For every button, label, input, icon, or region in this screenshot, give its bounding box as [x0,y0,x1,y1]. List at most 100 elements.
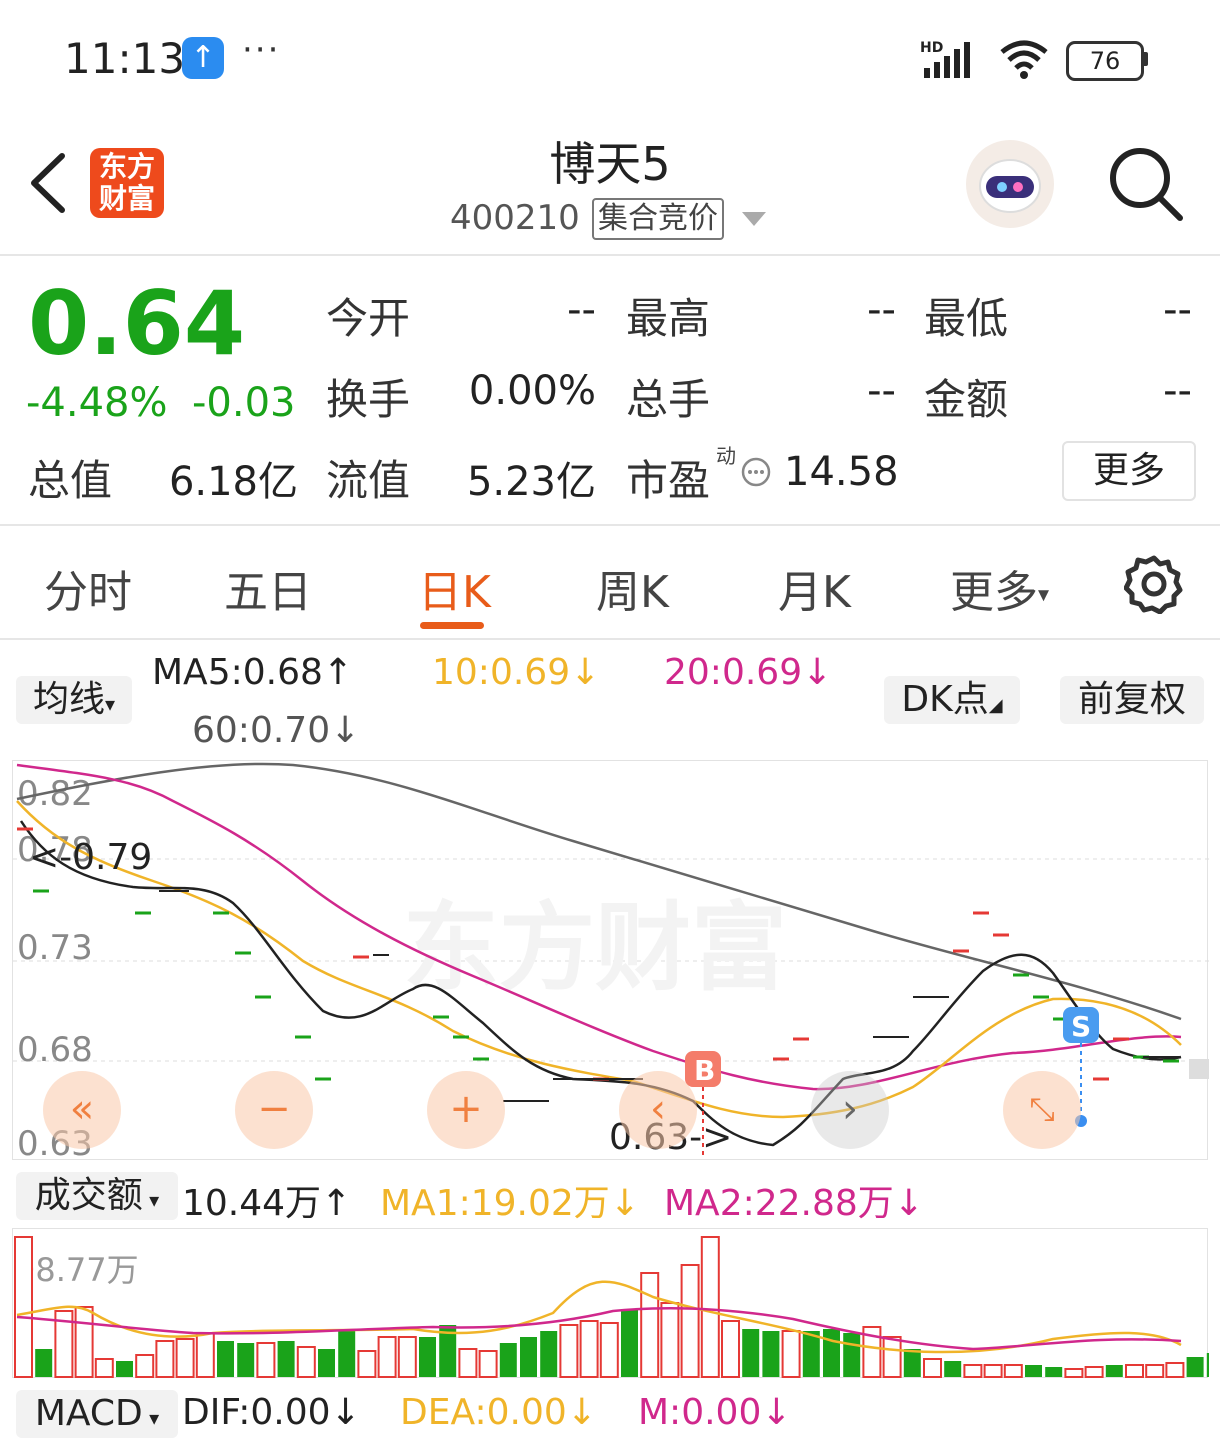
volume-bar [762,1331,780,1377]
volume-bar [14,1236,33,1378]
fullscreen-icon[interactable]: ⤡ [1003,1071,1081,1149]
ma-selector-label: 均线 [32,679,105,720]
volume-bar [1186,1357,1204,1377]
volume-bar [599,1322,619,1378]
volume-bar [559,1324,579,1378]
more-dots-icon: ··· [242,30,281,70]
arrow-down-icon: ↓ [330,710,361,751]
volume-bar [843,1333,861,1377]
volume-chart[interactable]: 98.77万 [12,1228,1209,1378]
scroll-left-icon[interactable]: « [43,1071,121,1149]
tab-more-label: 更多 [950,567,1038,618]
dk-point-toggle[interactable]: DK点◢ [884,676,1020,724]
volume-bar [680,1264,700,1378]
arrow-down-icon: ↓ [330,1392,361,1433]
ma60-legend: 60:0.70↓ [192,710,360,751]
tab-five-day[interactable]: 五日 [224,556,312,620]
macd-dif: DIF:0.00↓ [182,1392,361,1433]
sell-marker-label: S [1071,1010,1091,1043]
more-quote-button[interactable]: 更多 [1062,441,1196,501]
volume-bar [499,1343,517,1377]
volume-bar [882,1336,902,1378]
tab-more[interactable]: 更多▾ [950,556,1049,620]
settings-gear-icon[interactable] [1124,554,1184,614]
volume-bar [155,1340,175,1378]
volume-bar [700,1236,720,1378]
next-icon[interactable]: › [811,1071,889,1149]
back-arrow-icon[interactable] [26,150,70,216]
battery-tip [1142,52,1148,66]
dropdown-caret-icon[interactable] [742,212,766,226]
ma20-legend-text: 20:0.69 [664,652,803,693]
volume-bar [277,1341,295,1377]
volume-bar [742,1329,760,1377]
search-icon[interactable] [1108,146,1184,222]
macd-dea: DEA:0.00↓ [400,1392,597,1433]
volume-ma1-text: MA1:19.02万 [380,1183,610,1224]
arrow-down-icon: ↓ [570,652,601,693]
open-label: 今开 [326,294,411,343]
network-label: HD [920,40,943,56]
volume-bar [802,1331,820,1377]
kline-chart[interactable]: 东方财富 0.82 0.78 0.73 0.68 0.63 <-0.79 B S… [12,760,1209,1161]
low-label: 最低 [924,294,1009,343]
volume-bar [478,1350,498,1378]
macd-selector[interactable]: MACD ▾ [16,1390,178,1438]
arrow-down-icon: ↓ [609,1183,640,1224]
status-time: 11:13 [64,34,186,83]
volume-bar [823,1329,840,1377]
pe-dynamic-sup: 动 [716,444,736,468]
volume-svg: 98.77万 [14,1236,1209,1378]
arrow-down-icon: ↓ [761,1392,792,1433]
macd-m: M:0.00↓ [638,1392,792,1433]
volume-bar [1025,1365,1042,1377]
volume-selector-label: 成交额 [34,1175,143,1216]
total-volume-value: -- [867,368,896,414]
stock-name: 博天5 [549,137,671,191]
current-price: 0.64 [28,272,246,375]
caret-down-icon: ▾ [142,1188,160,1212]
tab-weekly-k[interactable]: 周K [596,556,669,620]
zoom-in-icon[interactable]: + [427,1071,505,1149]
prev-icon[interactable]: ‹ [619,1071,697,1149]
volume-bar [1125,1364,1144,1378]
volume-bar [397,1336,417,1378]
volume-ma2-text: MA2:22.88万 [664,1183,894,1224]
ma-selector[interactable]: 均线▾ [16,676,132,724]
volume-selector[interactable]: 成交额 ▾ [16,1172,178,1220]
macd-m-text: M:0.00 [638,1392,762,1433]
tab-intraday[interactable]: 分时 [44,556,132,620]
macd-selector-label: MACD [34,1393,143,1434]
caret-down-icon: ▾ [1038,582,1050,608]
volume-bar [74,1306,94,1378]
zoom-out-icon[interactable]: − [235,1071,313,1149]
volume-bar [195,1332,215,1378]
ma5-legend-text: MA5:0.68 [152,652,323,693]
stock-code: 400210 [450,198,580,238]
info-dots-icon[interactable] [740,456,772,488]
volume-bar [923,1358,942,1378]
app-logo[interactable]: 东方 财富 [90,148,164,218]
amount-value: -- [1163,368,1192,414]
y-label-2: 0.73 [17,928,93,968]
arrow-down-icon: ↓ [566,1392,597,1433]
caret-down-icon: ▾ [142,1406,160,1430]
assistant-robot-avatar[interactable] [966,140,1054,228]
arrow-down-icon: ↓ [893,1183,924,1224]
volume-bar [237,1343,255,1377]
corner-triangle-icon: ◢ [988,695,1003,716]
volume-bar [318,1349,335,1377]
dk-point-label: DK点 [901,679,989,720]
float-cap-label: 流值 [326,456,411,505]
volume-bar [217,1341,234,1377]
status-bar: 11:13 ↑ ··· HD 76 [0,0,1220,110]
volume-bar [1064,1368,1084,1378]
tab-monthly-k[interactable]: 月K [778,556,851,620]
volume-bar [256,1342,276,1378]
tab-daily-k[interactable]: 日K [418,556,491,620]
volume-bar [1045,1367,1063,1377]
auction-tag: 集合竞价 [592,198,724,240]
divider [0,524,1220,526]
adjust-price-toggle[interactable]: 前复权 [1060,676,1204,724]
upload-arrow-icon: ↑ [182,37,224,79]
